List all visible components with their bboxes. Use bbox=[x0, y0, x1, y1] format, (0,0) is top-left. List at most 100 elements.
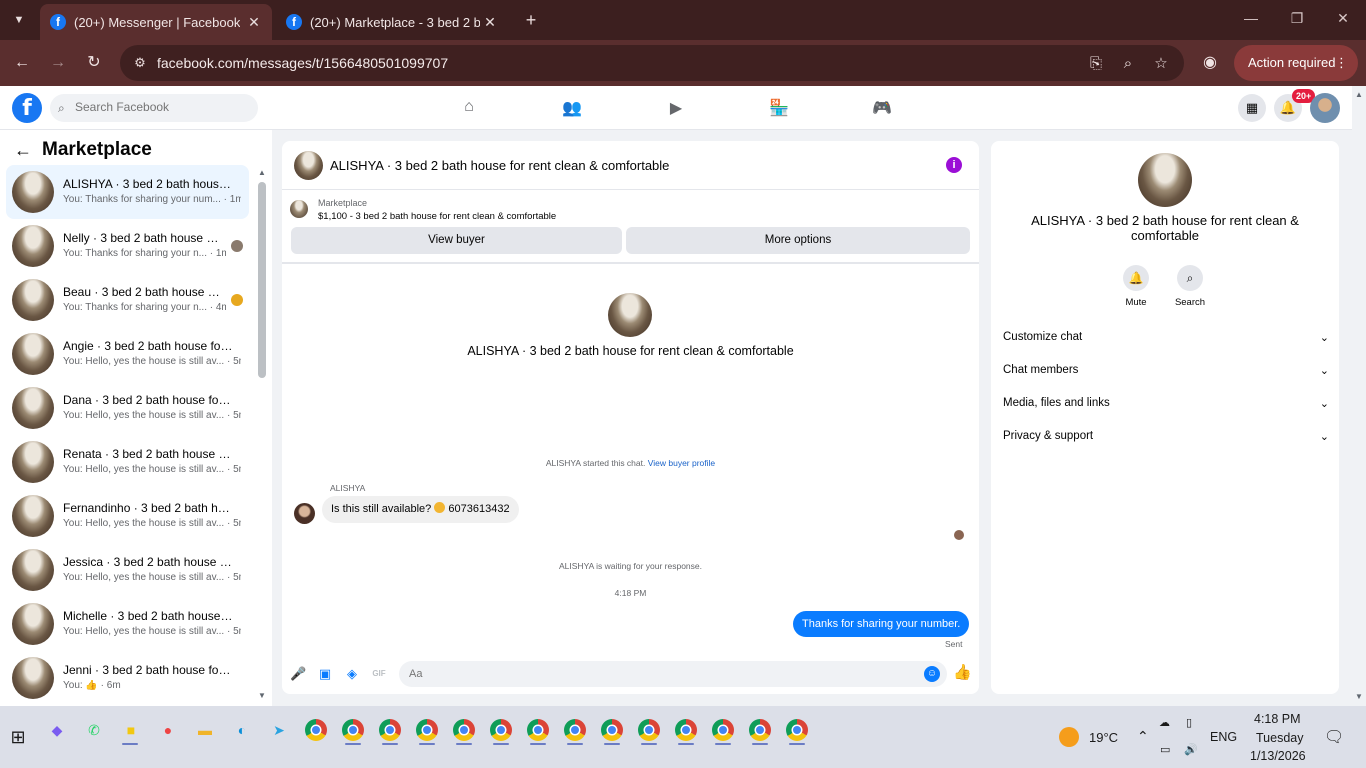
incoming-message[interactable]: Is this still available? 6073613432 bbox=[322, 496, 519, 523]
scroll-up-arrow-icon[interactable]: ▲ bbox=[258, 168, 266, 177]
clock-time[interactable]: 4:18 PM bbox=[1254, 712, 1301, 726]
chrome-icon[interactable] bbox=[527, 719, 549, 741]
conversation-item[interactable]: Jenni · 3 bed 2 bath house for rent clea… bbox=[6, 651, 249, 705]
restore-icon[interactable]: ❐ bbox=[1287, 10, 1307, 27]
home-icon[interactable]: ⌂ bbox=[458, 98, 480, 118]
file-explorer-icon[interactable]: ▬ bbox=[194, 719, 216, 741]
chrome-icon[interactable] bbox=[712, 719, 734, 741]
conversation-item[interactable]: Fernandinho · 3 bed 2 bath house for ren… bbox=[6, 489, 249, 543]
privacy-support-section[interactable]: Privacy & support ⌄ bbox=[1003, 430, 1329, 450]
site-info-icon[interactable]: ⚙ bbox=[132, 55, 148, 71]
facebook-logo-icon[interactable]: f bbox=[12, 93, 42, 123]
conversation-item[interactable]: Renata · 3 bed 2 bath house for rent cle… bbox=[6, 435, 249, 489]
forward-icon[interactable]: → bbox=[47, 52, 69, 74]
customize-chat-section[interactable]: Customize chat ⌄ bbox=[1003, 331, 1329, 351]
chrome-icon[interactable] bbox=[749, 719, 771, 741]
chrome-icon[interactable] bbox=[601, 719, 623, 741]
view-buyer-profile-link[interactable]: View buyer profile bbox=[648, 458, 715, 468]
reload-icon[interactable]: ↻ bbox=[83, 52, 105, 74]
back-arrow-icon[interactable]: ← bbox=[14, 140, 32, 161]
emoji-picker-icon[interactable]: ☺ bbox=[924, 666, 940, 682]
back-icon[interactable]: ← bbox=[11, 52, 33, 74]
temperature[interactable]: 19°C bbox=[1089, 730, 1118, 745]
chrome-icon[interactable] bbox=[342, 719, 364, 741]
conversation-item[interactable]: Nelly · 3 bed 2 bath house for rent clea… bbox=[6, 219, 249, 273]
friends-icon[interactable]: 👥 bbox=[561, 98, 583, 118]
network-icon[interactable]: ▭ bbox=[1160, 743, 1170, 756]
chrome-icon[interactable] bbox=[490, 719, 512, 741]
search-conversation-button[interactable]: ⌕ Search bbox=[1165, 265, 1215, 308]
profile-avatar[interactable] bbox=[1310, 93, 1340, 123]
close-tab-icon[interactable]: ✕ bbox=[482, 14, 498, 31]
chrome-icon[interactable] bbox=[453, 719, 475, 741]
edge-icon[interactable]: ◐ bbox=[231, 719, 253, 741]
search-input[interactable] bbox=[75, 100, 250, 114]
minimize-icon[interactable]: — bbox=[1241, 10, 1261, 26]
message-input[interactable] bbox=[399, 661, 947, 687]
close-window-icon[interactable]: ✕ bbox=[1333, 10, 1353, 27]
conversation-item[interactable]: Beau · 3 bed 2 bath house for rent clean… bbox=[6, 273, 249, 327]
conversation-item[interactable]: Dana · 3 bed 2 bath house for rent clean… bbox=[6, 381, 249, 435]
tab-search-button[interactable]: ▼ bbox=[8, 10, 30, 30]
tray-chevron-up-icon[interactable]: ⌃ bbox=[1137, 728, 1149, 745]
page-scrollbar[interactable]: ▲ ▼ bbox=[1352, 86, 1366, 706]
chrome-icon[interactable] bbox=[638, 719, 660, 741]
conversation-item[interactable]: ALISHYA · 3 bed 2 bath house for rent cl… bbox=[6, 165, 249, 219]
sender-avatar[interactable] bbox=[294, 503, 315, 524]
attach-photo-icon[interactable]: ▣ bbox=[317, 666, 333, 682]
gif-icon[interactable]: GIF bbox=[371, 666, 387, 682]
view-buyer-button[interactable]: View buyer bbox=[291, 227, 622, 254]
marketplace-icon[interactable]: 🏪 bbox=[768, 98, 790, 118]
tab-messenger[interactable]: f (20+) Messenger | Facebook ✕ bbox=[40, 4, 272, 40]
conversation-item[interactable]: Angie · 3 bed 2 bath house for rent clea… bbox=[6, 327, 249, 381]
volume-icon[interactable]: 🔊 bbox=[1184, 743, 1198, 756]
weather-sun-icon[interactable] bbox=[1059, 727, 1079, 747]
chrome-icon[interactable] bbox=[786, 719, 808, 741]
address-bar[interactable]: ⚙ facebook.com/messages/t/15664805010997… bbox=[120, 45, 1184, 81]
onedrive-icon[interactable]: ☁ bbox=[1159, 716, 1170, 729]
info-icon[interactable]: i bbox=[946, 157, 962, 173]
chrome-icon[interactable] bbox=[416, 719, 438, 741]
zoom-icon[interactable]: ⌕ bbox=[1118, 54, 1138, 74]
media-files-links-section[interactable]: Media, files and links ⌄ bbox=[1003, 397, 1329, 417]
scroll-down-arrow-icon[interactable]: ▼ bbox=[1355, 692, 1363, 701]
tray-app-icon[interactable]: ▯ bbox=[1186, 716, 1192, 729]
menu-grid-icon[interactable]: ▦ bbox=[1238, 94, 1266, 122]
chat-members-section[interactable]: Chat members ⌄ bbox=[1003, 364, 1329, 384]
clock-day[interactable]: Tuesday bbox=[1256, 731, 1303, 745]
sticker-icon[interactable]: ◈ bbox=[344, 666, 360, 682]
microphone-icon[interactable]: 🎤 bbox=[290, 666, 306, 682]
new-tab-button[interactable]: + bbox=[520, 9, 542, 31]
notification-center-icon[interactable]: 🗨 bbox=[1324, 727, 1344, 747]
recorder-icon[interactable]: ● bbox=[157, 719, 179, 741]
windows-start-icon[interactable]: ⊞ bbox=[7, 726, 29, 748]
gaming-icon[interactable]: 🎮 bbox=[871, 98, 893, 118]
chat-title[interactable]: ALISHYA · 3 bed 2 bath house for rent cl… bbox=[330, 158, 669, 173]
more-options-button[interactable]: More options bbox=[626, 227, 970, 254]
chat-avatar[interactable] bbox=[294, 151, 323, 180]
chrome-icon[interactable] bbox=[379, 719, 401, 741]
close-tab-icon[interactable]: ✕ bbox=[246, 14, 262, 31]
mute-button[interactable]: 🔔 Mute bbox=[1111, 265, 1161, 308]
video-icon[interactable]: ▶ bbox=[665, 98, 687, 118]
conversation-item[interactable]: Michelle · 3 bed 2 bath house for rent c… bbox=[6, 597, 249, 651]
action-required-button[interactable]: Action required ⋮ bbox=[1234, 45, 1358, 81]
scroll-up-arrow-icon[interactable]: ▲ bbox=[1355, 90, 1363, 99]
outgoing-message[interactable]: Thanks for sharing your number. bbox=[793, 611, 970, 637]
scroll-down-arrow-icon[interactable]: ▼ bbox=[258, 691, 266, 700]
listing-title[interactable]: $1,100 - 3 bed 2 bath house for rent cle… bbox=[318, 211, 556, 222]
sidebar-scrollbar[interactable] bbox=[258, 182, 266, 378]
copilot-icon[interactable]: ◆ bbox=[46, 719, 68, 741]
listing-thumbnail[interactable] bbox=[290, 200, 308, 218]
clock-date[interactable]: 1/13/2026 bbox=[1250, 749, 1306, 763]
tab-marketplace[interactable]: f (20+) Marketplace - 3 bed 2 ba ✕ bbox=[276, 4, 508, 40]
conversation-item[interactable]: Jessica · 3 bed 2 bath house for rent cl… bbox=[6, 543, 249, 597]
thumbs-up-icon[interactable]: 👍 bbox=[953, 664, 972, 682]
profile-icon[interactable]: ◉ bbox=[1199, 52, 1221, 74]
chrome-icon[interactable] bbox=[675, 719, 697, 741]
chrome-icon[interactable] bbox=[564, 719, 586, 741]
whatsapp-icon[interactable]: ✆ bbox=[83, 719, 105, 741]
menu-dots-icon[interactable]: ⋮ bbox=[1335, 45, 1348, 81]
install-app-icon[interactable]: ⎘ bbox=[1086, 54, 1106, 74]
bookmark-star-icon[interactable]: ☆ bbox=[1151, 54, 1171, 74]
